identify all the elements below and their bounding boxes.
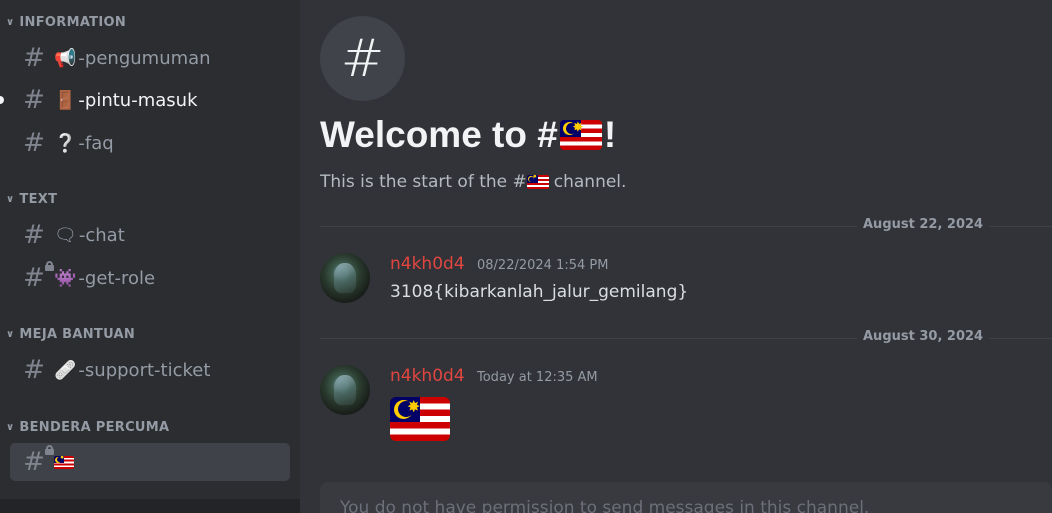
channel-name: -pengumuman [78, 47, 211, 69]
locked-channel-icon: # [20, 445, 54, 475]
lock-icon [45, 261, 54, 271]
channel-chat[interactable]: # 🗨 -chat [10, 216, 290, 254]
category-label: INFORMATION [19, 14, 127, 30]
message-timestamp: 08/22/2024 1:54 PM [477, 258, 609, 273]
text-channel-icon: # [23, 220, 45, 250]
welcome-heading: Welcome to # ✸ ! [320, 114, 617, 155]
unread-indicator [0, 96, 4, 104]
channel-malaysia-flag[interactable]: # ✸ [10, 443, 290, 481]
channel-support-ticket[interactable]: # 🩹 -support-ticket [10, 351, 290, 389]
speech-bubble-icon: 🗨 [54, 224, 77, 246]
channel-name: -pintu-masuk [78, 89, 198, 111]
channel-faq[interactable]: # ❔ -faq [10, 124, 290, 162]
channel-name: -chat [78, 224, 125, 246]
avatar[interactable] [320, 253, 370, 303]
alien-monster-icon: 👾 [54, 267, 77, 289]
door-icon: 🚪 [54, 89, 77, 111]
date-divider: August 30, 2024 [320, 329, 1052, 344]
channel-name: -support-ticket [78, 359, 211, 381]
malaysia-flag-icon: ✸ [559, 120, 602, 150]
message-timestamp: Today at 12:35 AM [477, 370, 598, 385]
chevron-down-icon: ∨ [6, 328, 15, 340]
category-information[interactable]: ∨ INFORMATION [6, 14, 126, 30]
message-author[interactable]: n4kh0d4 [390, 254, 465, 274]
megaphone-icon: 📢 [54, 47, 77, 69]
channel-sidebar: ∨ INFORMATION # 📢 -pengumuman # 🚪 -pintu… [0, 0, 300, 513]
category-label: MEJA BANTUAN [19, 326, 136, 342]
text-channel-icon: # [23, 85, 45, 115]
avatar[interactable] [320, 365, 370, 415]
bandage-icon: 🩹 [54, 359, 77, 381]
message-author[interactable]: n4kh0d4 [390, 366, 465, 386]
category-label: BENDERA PERCUMA [19, 419, 170, 435]
text-channel-icon: # [23, 355, 45, 385]
message-text: 3108{kibarkanlah_jalur_gemilang} [390, 282, 689, 302]
channel-hash-icon: # [320, 16, 405, 101]
category-text[interactable]: ∨ TEXT [6, 191, 57, 207]
channel-pintu-masuk[interactable]: # 🚪 -pintu-masuk [10, 81, 290, 119]
message-input-disabled: You do not have permission to send messa… [320, 482, 1052, 513]
category-label: TEXT [19, 191, 58, 207]
malaysia-flag-icon: ✸ [54, 455, 74, 469]
chevron-down-icon: ∨ [6, 193, 15, 205]
channel-get-role[interactable]: # 👾 -get-role [10, 259, 290, 297]
text-channel-icon: # [23, 43, 45, 73]
lock-icon [45, 445, 54, 455]
category-bendera-percuma[interactable]: ∨ BENDERA PERCUMA [6, 419, 169, 435]
question-icon: ❔ [54, 132, 77, 154]
text-channel-icon: # [23, 128, 45, 158]
channel-start-text: This is the start of the # ✸ channel. [320, 172, 627, 192]
date-divider: August 22, 2024 [320, 217, 1052, 232]
channel-name: -get-role [78, 267, 156, 289]
user-panel [0, 499, 300, 513]
chevron-down-icon: ∨ [6, 16, 15, 28]
channel-name: -faq [78, 132, 114, 154]
malaysia-flag-icon[interactable]: ✸ [390, 397, 450, 441]
chevron-down-icon: ∨ [6, 421, 15, 433]
malaysia-flag-icon: ✸ [526, 175, 549, 189]
locked-channel-icon: # [20, 261, 54, 291]
date-divider-label: August 30, 2024 [857, 329, 990, 344]
category-meja-bantuan[interactable]: ∨ MEJA BANTUAN [6, 326, 135, 342]
channel-pengumuman[interactable]: # 📢 -pengumuman [10, 39, 290, 77]
date-divider-label: August 22, 2024 [857, 217, 990, 232]
